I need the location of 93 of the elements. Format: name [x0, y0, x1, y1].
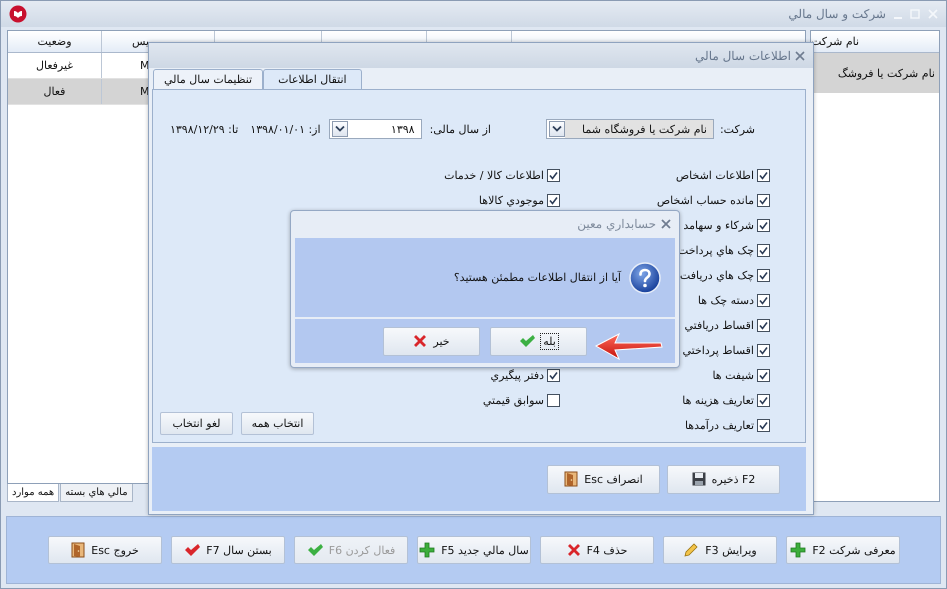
pencil-icon	[683, 542, 700, 558]
option-label: سوابق قیمتي	[482, 394, 544, 407]
option-label: چک هاي دریافت	[680, 269, 754, 282]
toolbar-button[interactable]: سال مالي جدید F5	[417, 536, 531, 564]
toolbar-button[interactable]: خروج Esc	[48, 536, 162, 564]
checkbox[interactable]	[757, 344, 770, 357]
door-icon	[564, 471, 578, 487]
option-label: شیفت ها	[712, 369, 754, 382]
check-icon	[549, 196, 558, 205]
check-icon	[759, 196, 768, 205]
check-icon	[759, 271, 768, 280]
check-icon	[759, 171, 768, 180]
checkbox[interactable]	[547, 394, 560, 407]
tab[interactable]: تنظیمات سال مالي	[153, 69, 264, 89]
check-icon	[759, 346, 768, 355]
tab[interactable]: مالي هاي بسته	[60, 484, 133, 502]
check-icon	[306, 543, 323, 557]
field-label: شرکت:	[720, 122, 755, 136]
toolbar-button[interactable]: معرفی شرکت F2	[786, 536, 900, 564]
cross-icon	[566, 543, 581, 557]
plus-icon	[419, 542, 436, 558]
checkbox[interactable]	[757, 369, 770, 382]
option-label: چک هاي پرداخت	[678, 244, 754, 257]
check-icon	[549, 371, 558, 380]
select-button[interactable]: لغو انتخاب	[160, 412, 233, 435]
close-icon	[661, 219, 671, 230]
check-icon	[759, 296, 768, 305]
tab[interactable]: همه موارد	[7, 484, 60, 502]
close-icon	[928, 9, 938, 19]
start-date: از: ۱۳۹۸/۰۱/۰۱	[250, 122, 321, 136]
checkbox[interactable]	[757, 419, 770, 432]
option-label: دفتر پیگیري	[490, 369, 544, 382]
option-label: تعاریف درآمدها	[684, 419, 754, 432]
table-row[interactable]: نام شرکت یا فروشگ	[811, 53, 939, 93]
company-dropdown[interactable]: نام شرکت یا فروشگاه شما	[546, 119, 714, 139]
check-icon	[759, 371, 768, 380]
confirm-button[interactable]: خیر	[383, 326, 480, 356]
app-logo-icon	[9, 5, 27, 23]
window-title: شرکت و سال مالي	[788, 7, 886, 21]
check-icon	[759, 396, 768, 405]
check-icon	[759, 421, 768, 430]
select-button[interactable]: انتخاب همه	[241, 412, 314, 435]
toolbar-button[interactable]: بستن سال F7	[171, 536, 285, 564]
cross-icon	[413, 334, 428, 348]
tab[interactable]: انتقال اطلاعات	[263, 69, 362, 89]
checkbox[interactable]	[757, 294, 770, 307]
column-header: وضعیت	[8, 31, 102, 52]
field-label: از سال مالی:	[430, 122, 491, 136]
check-icon	[759, 246, 768, 255]
checkbox[interactable]	[757, 219, 770, 232]
window-title: اطلاعات سال مالي	[695, 48, 791, 62]
option-label: اقساط دریافتي	[684, 319, 754, 332]
checkbox[interactable]	[757, 269, 770, 282]
toolbar-button[interactable]: ویرایش F3	[663, 536, 777, 564]
option-label: اقساط پرداختي	[682, 344, 754, 357]
checkbox[interactable]	[547, 169, 560, 182]
option-label: تعاریف هزینه ها	[682, 394, 754, 407]
option-label: اطلاعات اشخاص	[676, 169, 754, 182]
question-icon	[629, 262, 661, 294]
check-icon	[759, 321, 768, 330]
check-icon	[549, 171, 558, 180]
end-date: تا: ۱۳۹۸/۱۲/۲۹	[170, 122, 238, 136]
table-cell: غیرفعال	[8, 53, 102, 78]
pointer-arrow	[595, 332, 663, 360]
checkbox[interactable]	[547, 369, 560, 382]
save-icon	[692, 472, 706, 486]
table-cell: نام شرکت یا فروشگ	[838, 66, 935, 80]
table-cell: فعال	[8, 79, 102, 104]
maximize-icon	[910, 9, 920, 19]
checkbox[interactable]	[547, 194, 560, 207]
option-label: مانده حساب اشخاص	[656, 194, 754, 207]
checkbox[interactable]	[757, 244, 770, 257]
dialog-button[interactable]: انصراف Esc	[547, 464, 660, 494]
check-icon	[519, 334, 536, 348]
dialog-button[interactable]: F2 ذخیره	[667, 464, 780, 494]
plus-icon	[790, 542, 806, 558]
option-label: شرکاء و سهامد	[683, 219, 754, 232]
option-label: اطلاعات کالا / خدمات	[444, 169, 544, 182]
window-title: حسابداري معین	[577, 217, 656, 232]
year-dropdown[interactable]: ۱۳۹۸	[328, 119, 422, 139]
confirm-message: آیا از انتقال اطلاعات مطمئن هستید؟	[454, 271, 621, 284]
toolbar-button[interactable]: حذف F4	[540, 536, 654, 564]
confirm-button[interactable]: بله	[490, 326, 587, 356]
check-icon	[184, 543, 200, 557]
option-label: موجودي کالاها	[478, 194, 544, 207]
checkbox[interactable]	[757, 194, 770, 207]
checkbox[interactable]	[757, 169, 770, 182]
option-label: دسته چک ها	[698, 294, 754, 307]
checkbox[interactable]	[757, 394, 770, 407]
check-icon	[759, 221, 768, 230]
checkbox[interactable]	[757, 319, 770, 332]
door-icon	[71, 542, 86, 558]
close-icon	[795, 50, 805, 60]
